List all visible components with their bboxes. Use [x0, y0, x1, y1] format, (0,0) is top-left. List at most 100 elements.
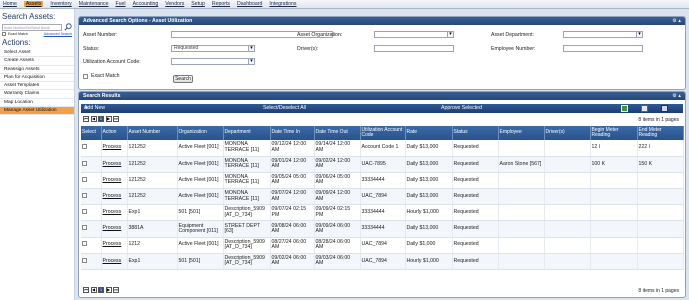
table-cell	[544, 140, 591, 157]
table-cell: Daily $13,000	[405, 140, 453, 157]
asset-search-input[interactable]: Asset Number/Vin/Serial Numb	[2, 23, 62, 31]
row-select-checkbox[interactable]	[82, 225, 87, 231]
table-cell	[544, 172, 591, 190]
print-icon[interactable]	[661, 105, 668, 112]
nav-item-dashboard[interactable]: Dashboard	[237, 1, 262, 7]
row-select-checkbox[interactable]	[82, 209, 87, 215]
status-select[interactable]: Requested	[171, 45, 255, 52]
process-link[interactable]: Process	[103, 193, 122, 199]
drivers-input[interactable]	[374, 45, 454, 52]
current-page[interactable]: 1	[98, 116, 104, 122]
excel-export-icon[interactable]	[621, 105, 628, 112]
search-button[interactable]: Search	[173, 75, 193, 83]
gear-icon[interactable]: ⚙ ▴	[672, 92, 681, 100]
asset-organization-select[interactable]	[374, 31, 454, 38]
row-select-checkbox[interactable]	[82, 257, 87, 263]
next-page-button[interactable]: ▶	[105, 116, 112, 122]
table-cell: 09/02/24 12:00 AM	[314, 156, 361, 173]
sidebar-item-warranty-claims[interactable]: Warranty Claims	[0, 90, 74, 99]
pdf-export-icon[interactable]	[641, 105, 648, 112]
column-header[interactable]: Department	[223, 126, 271, 140]
sidebar-item-reassign-assets[interactable]: Reassign Assets	[0, 66, 74, 74]
exact-match-filter-label: Exact Match	[91, 73, 120, 79]
next-page-button[interactable]: ▶	[105, 287, 112, 293]
row-select-checkbox[interactable]	[82, 176, 87, 182]
employee-number-input[interactable]	[563, 45, 643, 52]
nav-item-vendors[interactable]: Vendors	[165, 1, 184, 7]
column-header[interactable]: Action	[101, 126, 128, 140]
nav-item-assets[interactable]: Assets	[23, 1, 44, 7]
row-select-checkbox[interactable]	[82, 241, 87, 247]
column-header[interactable]: Select	[81, 126, 102, 140]
table-row: Process 121252 Active Fleet [001] MONONA TE…	[81, 156, 684, 173]
column-header[interactable]: Status	[452, 126, 499, 140]
table-cell: UAC_7894	[360, 237, 406, 254]
nav-item-accounting[interactable]: Accounting	[133, 1, 159, 7]
column-header[interactable]: Employee	[498, 126, 545, 140]
table-cell: Active Fleet [001]	[177, 237, 224, 254]
sidebar-item-manage-asset-utilization[interactable]: Manage Asset Utilization	[0, 107, 74, 116]
first-page-button[interactable]: ⏮	[83, 287, 89, 293]
row-select-checkbox[interactable]	[82, 160, 87, 166]
column-header[interactable]: Date Time In	[270, 126, 315, 140]
current-page[interactable]: 1	[98, 287, 104, 293]
exact-match-checkbox[interactable]	[2, 32, 6, 36]
row-select-checkbox[interactable]	[82, 192, 87, 198]
table-cell: 09/01/24 12:00 AM	[270, 156, 315, 173]
nav-item-home[interactable]: Home	[3, 1, 17, 7]
employee-number-label: Employee Number:	[491, 46, 536, 52]
column-header[interactable]: Asset Number	[127, 126, 178, 140]
table-cell: 09/03/24 06:00 AM	[314, 253, 361, 271]
column-header[interactable]: Begin Meter Reading	[590, 126, 638, 140]
asset-department-select[interactable]	[563, 31, 643, 38]
magnifier-icon[interactable]	[64, 23, 72, 31]
table-cell: Description_5909 [AT_D_734]	[223, 253, 271, 271]
process-link[interactable]: Process	[103, 177, 122, 183]
sidebar-item-create-assets[interactable]: Create Assets	[0, 57, 74, 66]
table-cell: 3881A	[127, 220, 178, 238]
process-link[interactable]: Process	[103, 225, 122, 232]
utilization-code-select[interactable]	[171, 58, 255, 65]
nav-item-setup[interactable]: Setup	[191, 1, 205, 7]
pager-info-bottom: 8 items in 1 pages	[638, 288, 679, 294]
sidebar-item-map-location[interactable]: Map Location	[0, 99, 74, 108]
last-page-button[interactable]: ⏭	[113, 116, 119, 122]
nav-item-inventory[interactable]: Inventory	[50, 1, 71, 7]
sidebar-item-select-asset[interactable]: Select Asset	[0, 49, 74, 58]
nav-item-reports[interactable]: Reports	[212, 1, 230, 7]
process-link[interactable]: Process	[103, 241, 122, 248]
process-link[interactable]: Process	[103, 209, 122, 215]
advanced-search-link[interactable]: Advanced Search	[44, 32, 72, 36]
table-cell: 121252	[127, 156, 178, 173]
prev-page-button[interactable]: ◀	[90, 116, 97, 122]
column-header[interactable]: End Meter Reading	[637, 126, 684, 140]
nav-item-integrations[interactable]: Integrations	[269, 1, 296, 7]
column-header[interactable]: Utilization Account Code	[360, 126, 406, 140]
prev-page-button[interactable]: ◀	[90, 287, 97, 293]
table-cell	[498, 237, 545, 254]
table-cell: STREET DEPT [63]	[223, 220, 271, 238]
sidebar-item-asset-templates[interactable]: Asset Templates	[0, 82, 74, 91]
process-link[interactable]: Process	[103, 258, 122, 264]
select-deselect-all[interactable]: Select/Deselect All	[263, 104, 306, 113]
approve-selected-button[interactable]: Approve Selected	[441, 104, 482, 113]
last-page-button[interactable]: ⏭	[113, 287, 119, 293]
table-cell	[590, 172, 638, 190]
table-cell: Requested	[452, 204, 499, 222]
first-page-button[interactable]: ⏮	[83, 116, 89, 122]
gear-icon[interactable]: ⚙ ▴	[672, 17, 681, 25]
column-header[interactable]: Date Time Out	[314, 126, 361, 140]
table-cell	[81, 140, 102, 157]
sidebar-item-plan-for-acquisition[interactable]: Plan for Acquisition	[0, 74, 74, 83]
process-link[interactable]: Process	[103, 144, 122, 150]
nav-item-fuel[interactable]: Fuel	[115, 1, 125, 7]
nav-item-maintenance[interactable]: Maintenance	[79, 1, 109, 7]
column-header[interactable]: Driver(s)	[544, 126, 591, 140]
row-select-checkbox[interactable]	[82, 144, 87, 150]
exact-match-filter-checkbox[interactable]	[83, 73, 88, 79]
process-link[interactable]: Process	[103, 161, 122, 167]
table-cell	[81, 156, 102, 173]
table-cell: Process	[101, 237, 128, 254]
column-header[interactable]: Rate	[405, 126, 453, 140]
column-header[interactable]: Organization	[177, 126, 224, 140]
